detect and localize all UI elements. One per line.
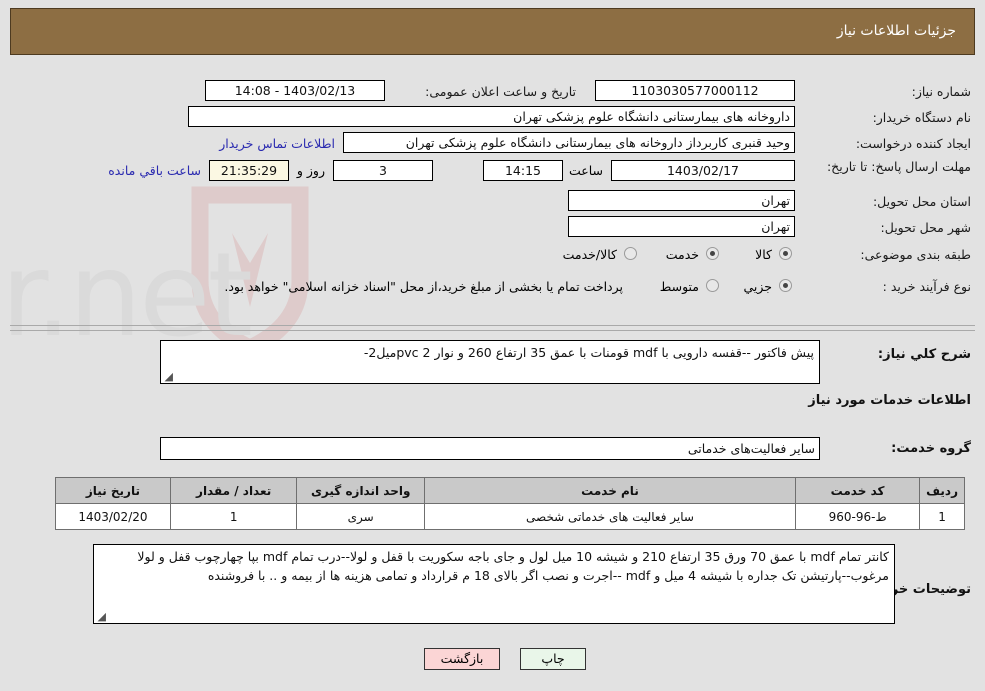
need-number-value: 1103030577000112 <box>595 80 795 101</box>
summary-label: شرح کلي نیاز: <box>877 347 971 362</box>
td-unit: سری <box>296 503 425 530</box>
th-unit: واحد اندازه گیری <box>296 477 425 504</box>
service-group-label: گروه خدمت: <box>891 441 971 456</box>
th-row-no: ردیف <box>919 477 965 504</box>
td-quantity: 1 <box>169 503 298 530</box>
public-announce-value: 1403/02/13 - 14:08 <box>205 80 385 101</box>
radio-process-medium[interactable] <box>706 279 719 292</box>
countdown-clock: 21:35:29 <box>209 160 289 181</box>
th-quantity: تعداد / مقدار <box>169 477 298 504</box>
radio-process-medium-label: متوسط <box>659 279 699 294</box>
buyer-org-label: نام دستگاه خریدار: <box>872 110 971 125</box>
summary-textarea[interactable]: پیش فاکتور --قفسه دارویی با mdf قومنات ب… <box>160 340 820 384</box>
radio-category-goods-service[interactable] <box>624 247 637 260</box>
th-need-date: تاریخ نیاز <box>55 477 171 504</box>
th-service-name: نام خدمت <box>423 477 797 504</box>
page-title: جزئیات اطلاعات نیاز <box>836 23 956 39</box>
resize-grip-icon-notes[interactable]: ◢ <box>96 611 106 622</box>
need-number-label: شماره نیاز: <box>911 84 971 99</box>
deadline-hour-label: ساعت <box>568 163 603 178</box>
page-header-bar: جزئیات اطلاعات نیاز <box>10 8 975 55</box>
city-value: تهران <box>568 216 795 237</box>
buyer-org-value: داروخانه های بیمارستانی دانشگاه علوم پزش… <box>188 106 795 127</box>
public-announce-label: تاریخ و ساعت اعلان عمومی: <box>425 84 576 99</box>
radio-category-service-label: خدمت <box>665 247 699 262</box>
buyer-notes-textarea[interactable]: کانتر تمام mdf با عمق 70 ورق 35 ارتفاع 2… <box>93 544 895 624</box>
resize-grip-icon[interactable]: ◢ <box>163 371 173 382</box>
back-button[interactable]: بازگشت <box>424 648 500 670</box>
remaining-days-value: 3 <box>333 160 433 181</box>
radio-category-goods-service-label: کالا/خدمت <box>562 247 617 262</box>
radio-process-minor-label: جزیي <box>743 279 772 294</box>
divider-bottom <box>10 330 975 331</box>
summary-text: پیش فاکتور --قفسه دارویی با mdf قومنات ب… <box>363 345 814 360</box>
process-label: نوع فرآیند خرید : <box>882 279 971 294</box>
province-label: استان محل تحویل: <box>872 194 971 209</box>
services-table: ردیف کد خدمت نام خدمت واحد اندازه گیری ت… <box>55 477 965 530</box>
radio-process-minor[interactable] <box>779 279 792 292</box>
deadline-hour-value: 14:15 <box>483 160 563 181</box>
table-row: 1 ط-96-960 سایر فعالیت های خدماتی شخصی س… <box>55 503 965 530</box>
td-row-no: 1 <box>919 503 965 530</box>
payment-note: پرداخت تمام یا بخشی از مبلغ خرید،از محل … <box>224 279 623 294</box>
th-service-code: کد خدمت <box>795 477 921 504</box>
divider-top <box>10 325 975 326</box>
province-value: تهران <box>568 190 795 211</box>
deadline-date-value: 1403/02/17 <box>611 160 795 181</box>
td-service-code: ط-96-960 <box>795 503 921 530</box>
deadline-label: مهلت ارسال پاسخ: تا تاریخ: <box>826 159 971 174</box>
services-section-heading: اطلاعات خدمات مورد نیاز <box>808 393 971 408</box>
service-group-value: سایر فعالیت‌های خدماتی <box>160 437 820 460</box>
creator-value: وحید قنبری کاربرداز داروخانه های بیمارست… <box>343 132 795 153</box>
details-board: شماره نیاز: 1103030577000112 تاریخ و ساع… <box>10 62 975 642</box>
print-button[interactable]: چاپ <box>520 648 586 670</box>
countdown-note: ساعت باقي مانده <box>108 163 201 178</box>
category-label: طبقه بندی موضوعی: <box>860 247 971 262</box>
buyer-notes-text: کانتر تمام mdf با عمق 70 ورق 35 ارتفاع 2… <box>137 549 889 583</box>
buyer-contact-link[interactable]: اطلاعات تماس خریدار <box>219 136 335 151</box>
radio-category-goods-label: کالا <box>755 247 772 262</box>
city-label: شهر محل تحویل: <box>880 220 971 235</box>
table-header-row: ردیف کد خدمت نام خدمت واحد اندازه گیری ت… <box>55 477 965 504</box>
td-need-date: 1403/02/20 <box>55 503 171 530</box>
td-service-name: سایر فعالیت های خدماتی شخصی <box>423 503 797 530</box>
creator-label: ایجاد کننده درخواست: <box>855 136 971 151</box>
radio-category-goods[interactable] <box>779 247 792 260</box>
remaining-days-unit-label: روز و <box>296 163 325 178</box>
radio-category-service[interactable] <box>706 247 719 260</box>
